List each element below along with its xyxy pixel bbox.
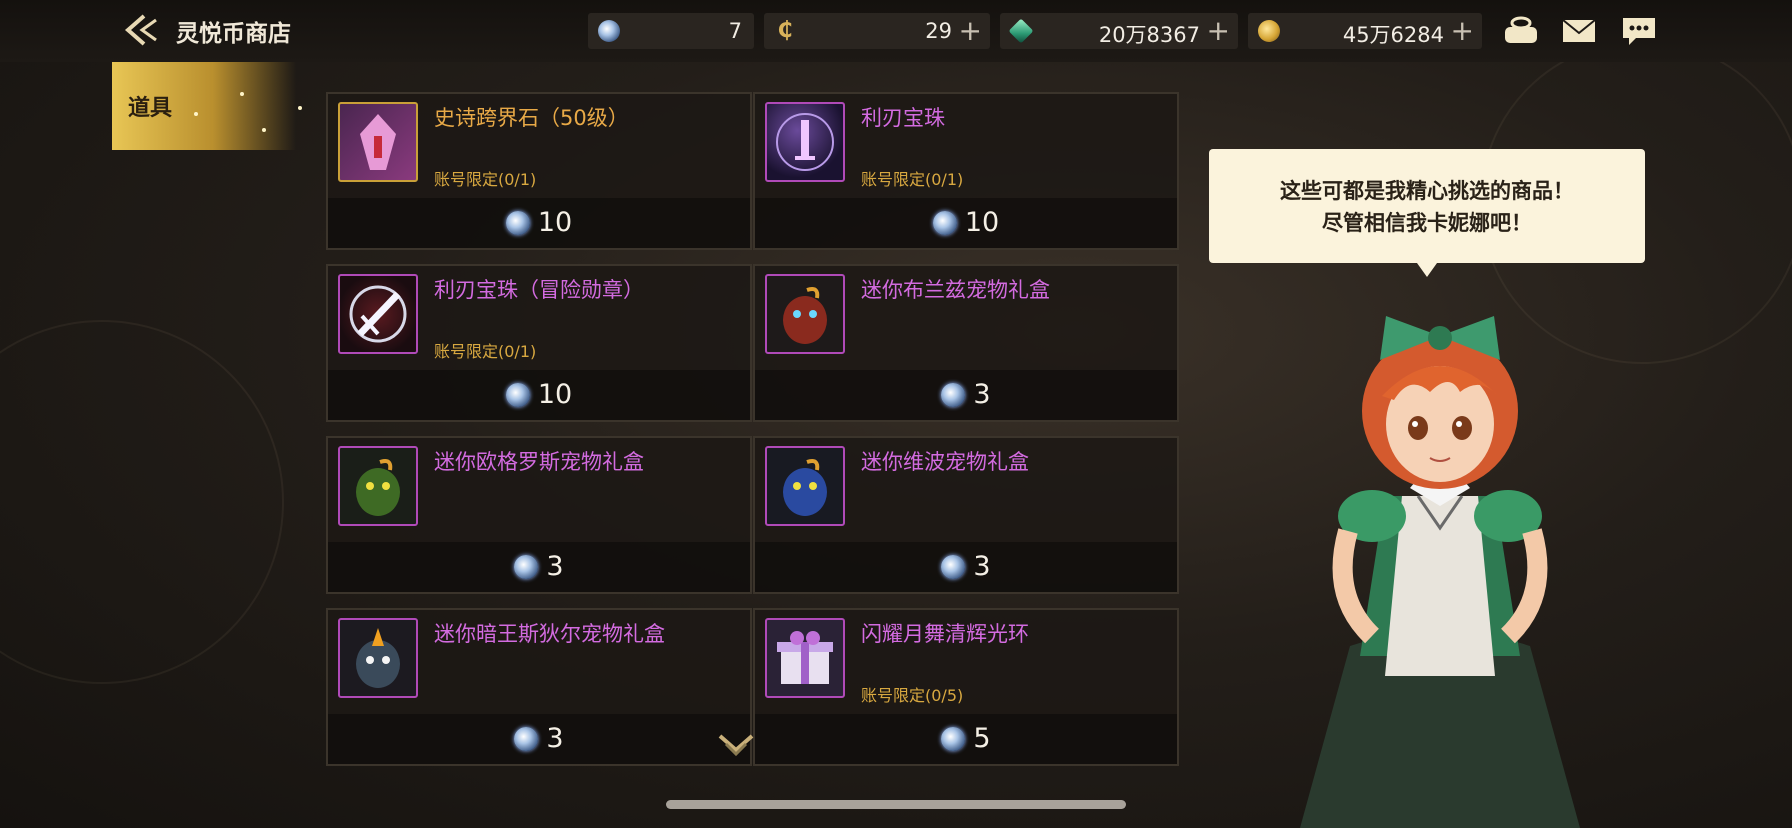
page-title: 灵悦币商店 xyxy=(176,21,291,47)
item-name: 闪耀月舞清辉光环 xyxy=(861,622,1029,646)
shop-bag-icon[interactable] xyxy=(1502,14,1540,48)
item-price: 5 xyxy=(973,723,991,754)
currency-value: 20万8367 xyxy=(1098,23,1200,47)
spirit-gem-icon xyxy=(941,383,966,407)
shop-item-card[interactable]: 迷你暗王斯狄尔宠物礼盒 3 xyxy=(326,608,752,766)
chat-icon[interactable] xyxy=(1620,14,1658,48)
price-bar: 3 xyxy=(328,714,750,764)
currency-value: 45万6284 xyxy=(1342,23,1444,47)
npc-character-illustration xyxy=(1300,316,1580,828)
spirit-gem-icon xyxy=(514,727,539,751)
price-bar: 3 xyxy=(328,542,750,592)
currency-gold-coin: 45万6284 + xyxy=(1248,13,1482,49)
item-name: 史诗跨界石（50级） xyxy=(434,106,629,130)
item-name: 迷你维波宠物礼盒 xyxy=(861,450,1029,474)
add-currency-button[interactable]: + xyxy=(1207,14,1230,47)
sparkle xyxy=(194,112,198,116)
shop-item-card[interactable]: 迷你欧格罗斯宠物礼盒 3 xyxy=(326,436,752,594)
home-indicator[interactable] xyxy=(666,800,1126,809)
item-price: 10 xyxy=(537,379,573,410)
price-bar: 5 xyxy=(755,714,1177,764)
mail-icon[interactable] xyxy=(1560,14,1598,48)
item-name: 迷你暗王斯狄尔宠物礼盒 xyxy=(434,622,665,646)
purchase-limit: 账号限定(0/5) xyxy=(861,686,964,705)
item-price: 10 xyxy=(537,207,573,238)
speech-line: 这些可都是我精心挑选的商品！ xyxy=(1280,179,1574,203)
shop-item-card[interactable]: 迷你维波宠物礼盒 3 xyxy=(753,436,1179,594)
gold-coin-icon xyxy=(1258,20,1280,42)
npc-speech-bubble: 这些可都是我精心挑选的商品！ 尽管相信我卡妮娜吧！ xyxy=(1209,149,1645,277)
speech-line: 尽管相信我卡妮娜吧！ xyxy=(1322,211,1532,235)
shop-item-card[interactable]: 闪耀月舞清辉光环 账号限定(0/5) 5 xyxy=(753,608,1179,766)
item-name: 利刃宝珠（冒险勋章） xyxy=(434,278,644,302)
spirit-gem-icon xyxy=(941,555,966,579)
item-name: 迷你布兰兹宠物礼盒 xyxy=(861,278,1050,302)
scroll-down-chevron-icon[interactable] xyxy=(716,730,756,760)
tab-label: 道具 xyxy=(128,96,173,121)
add-currency-button[interactable]: + xyxy=(1451,14,1474,47)
item-price: 3 xyxy=(973,379,991,410)
price-bar: 10 xyxy=(328,198,750,248)
price-bar: 10 xyxy=(328,370,750,420)
item-name: 迷你欧格罗斯宠物礼盒 xyxy=(434,450,644,474)
pet-green-icon xyxy=(338,446,418,526)
currency-value: 7 xyxy=(728,19,742,43)
sparkle xyxy=(262,128,266,132)
blade-orb-icon xyxy=(765,102,845,182)
item-price: 3 xyxy=(973,551,991,582)
background-swirl xyxy=(0,320,284,684)
currency-spirit-gem: 7 xyxy=(588,13,754,49)
price-bar: 3 xyxy=(755,542,1177,592)
spirit-gem-icon xyxy=(941,727,966,751)
pet-dark-icon xyxy=(338,618,418,698)
price-bar: 3 xyxy=(755,370,1177,420)
currency-coin-c: ₵ 29 + xyxy=(764,13,990,49)
blade-orb-medal-icon xyxy=(338,274,418,354)
sparkle xyxy=(298,106,302,110)
purchase-limit: 账号限定(0/1) xyxy=(434,170,537,189)
spirit-gem-icon xyxy=(932,211,957,235)
top-bar: 灵悦币商店 7 ₵ 29 + 20万8367 + 45万6284 + xyxy=(0,0,1792,62)
spirit-gem-icon xyxy=(505,383,530,407)
green-crystal-icon xyxy=(1008,18,1034,44)
coin-c-icon: ₵ xyxy=(774,20,796,42)
shop-item-card[interactable]: 利刃宝珠 账号限定(0/1) 10 xyxy=(753,92,1179,250)
item-price: 10 xyxy=(964,207,1000,238)
purchase-limit: 账号限定(0/1) xyxy=(861,170,964,189)
purchase-limit: 账号限定(0/1) xyxy=(434,342,537,361)
crossworld-stone-icon xyxy=(338,102,418,182)
currency-green-crystal: 20万8367 + xyxy=(1000,13,1238,49)
spirit-gem-icon xyxy=(598,20,620,42)
shop-item-card[interactable]: 迷你布兰兹宠物礼盒 3 xyxy=(753,264,1179,422)
shop-item-card[interactable]: 利刃宝珠（冒险勋章） 账号限定(0/1) 10 xyxy=(326,264,752,422)
add-currency-button[interactable]: + xyxy=(959,14,982,47)
item-price: 3 xyxy=(546,551,564,582)
gift-box-icon xyxy=(765,618,845,698)
back-arrow-icon[interactable] xyxy=(122,12,162,48)
pet-red-icon xyxy=(765,274,845,354)
spirit-gem-icon xyxy=(514,555,539,579)
item-price: 3 xyxy=(546,723,564,754)
tab-items[interactable]: 道具 xyxy=(112,62,302,150)
item-name: 利刃宝珠 xyxy=(861,106,945,130)
spirit-gem-icon xyxy=(505,211,530,235)
price-bar: 10 xyxy=(755,198,1177,248)
sparkle xyxy=(240,92,244,96)
shop-item-card[interactable]: 史诗跨界石（50级） 账号限定(0/1) 10 xyxy=(326,92,752,250)
currency-value: 29 xyxy=(925,19,952,43)
pet-blue-icon xyxy=(765,446,845,526)
